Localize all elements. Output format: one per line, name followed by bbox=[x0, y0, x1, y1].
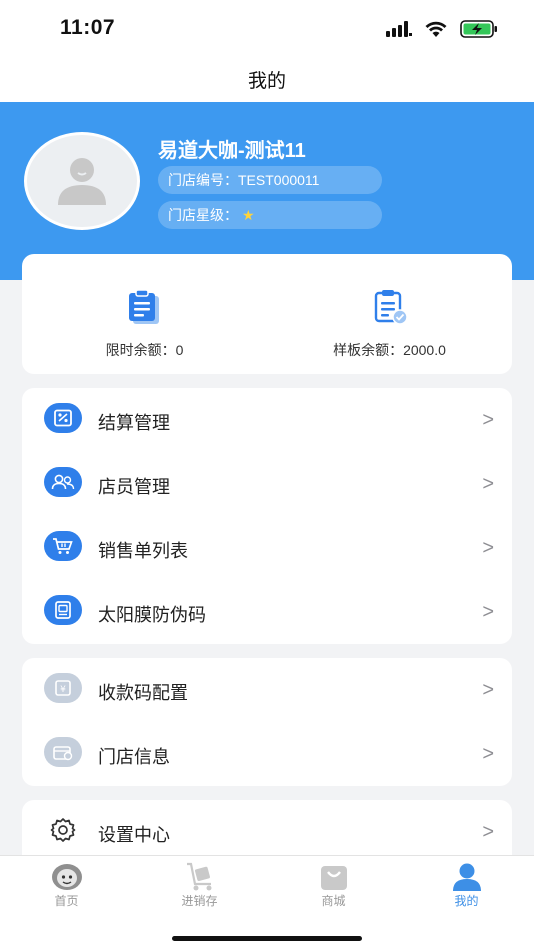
menu-card-primary: 结算管理 > 店员管理 > 销售单列表 > 太阳膜防伪码 > bbox=[22, 388, 512, 644]
staff-icon bbox=[44, 467, 82, 497]
shopping-bag-icon bbox=[320, 866, 347, 890]
page-title: 我的 bbox=[247, 71, 286, 92]
chevron-right-icon: > bbox=[482, 473, 494, 495]
status-icons bbox=[386, 20, 498, 38]
menu-item-payment-code[interactable]: ¥ 收款码配置 > bbox=[22, 660, 512, 724]
home-indicator bbox=[172, 936, 362, 941]
store-number-value: TEST000011 bbox=[238, 172, 320, 188]
menu-label-store-info: 门店信息 bbox=[98, 747, 170, 767]
chevron-right-icon: > bbox=[482, 537, 494, 559]
menu-item-staff[interactable]: 店员管理 > bbox=[22, 454, 512, 518]
chevron-right-icon: > bbox=[482, 601, 494, 623]
template-balance[interactable]: 样板余额：2000.0 bbox=[267, 254, 512, 374]
limited-balance-text: 限时余额：0 bbox=[105, 342, 184, 358]
menu-item-settlement[interactable]: 结算管理 > bbox=[22, 390, 512, 454]
menu-label-anti-counterfeit: 太阳膜防伪码 bbox=[98, 605, 206, 625]
chevron-right-icon: > bbox=[482, 743, 494, 765]
avatar[interactable] bbox=[24, 132, 140, 230]
store-level-pill: 门店星级： ★ bbox=[158, 201, 382, 229]
home-avatar-icon bbox=[51, 864, 82, 890]
tab-label-inventory: 进销存 bbox=[181, 894, 218, 908]
cart-icon bbox=[44, 531, 82, 561]
limited-balance[interactable]: 限时余额：0 bbox=[22, 254, 267, 374]
battery-charging-icon bbox=[460, 20, 497, 38]
store-level-label: 门店星级： bbox=[168, 207, 238, 223]
balance-card: 限时余额：0 样板余额：2000.0 bbox=[22, 254, 512, 374]
payment-code-icon: ¥ bbox=[44, 673, 82, 703]
menu-label-payment-code: 收款码配置 bbox=[98, 683, 188, 703]
menu-card-secondary: ¥ 收款码配置 > 门店信息 > bbox=[22, 658, 512, 786]
chevron-right-icon: > bbox=[482, 679, 494, 701]
tab-mine[interactable]: 我的 bbox=[400, 862, 533, 909]
menu-label-sales-orders: 销售单列表 bbox=[98, 541, 188, 561]
clipboard-check-icon bbox=[374, 290, 408, 325]
gear-icon bbox=[44, 815, 82, 845]
template-balance-text: 样板余额：2000.0 bbox=[333, 342, 446, 358]
settlement-icon bbox=[44, 403, 82, 433]
store-info-icon bbox=[44, 737, 82, 767]
menu-label-settings: 设置中心 bbox=[98, 825, 170, 845]
tab-home[interactable]: 首页 bbox=[0, 862, 133, 909]
status-time: 11:07 bbox=[60, 16, 116, 39]
status-bar: 11:07 bbox=[0, 0, 534, 56]
user-icon bbox=[452, 863, 481, 891]
wifi-icon bbox=[425, 21, 447, 37]
tab-label-home: 首页 bbox=[54, 894, 79, 908]
menu-label-staff: 店员管理 bbox=[98, 477, 170, 497]
tab-label-mall: 商城 bbox=[321, 894, 346, 908]
store-name: 易道大咖-测试11 bbox=[158, 140, 306, 162]
default-avatar-icon bbox=[58, 158, 106, 205]
inventory-cart-icon bbox=[186, 862, 211, 891]
menu-label-settlement: 结算管理 bbox=[98, 413, 170, 433]
star-icon: ★ bbox=[242, 207, 255, 223]
tab-mall[interactable]: 商城 bbox=[267, 862, 400, 909]
anti-counterfeit-icon bbox=[44, 595, 82, 625]
store-number-pill: 门店编号：TEST000011 bbox=[158, 166, 382, 194]
store-number-label: 门店编号： bbox=[168, 172, 238, 188]
menu-item-store-info[interactable]: 门店信息 > bbox=[22, 724, 512, 788]
menu-item-sales-orders[interactable]: 销售单列表 > bbox=[22, 518, 512, 582]
chevron-right-icon: > bbox=[482, 821, 494, 843]
clipboard-stack-icon bbox=[128, 289, 159, 324]
nav-bar: 我的 bbox=[0, 56, 534, 102]
svg-text:¥: ¥ bbox=[60, 685, 66, 695]
menu-item-anti-counterfeit[interactable]: 太阳膜防伪码 > bbox=[22, 582, 512, 646]
cellular-signal-icon bbox=[386, 21, 412, 37]
tab-inventory[interactable]: 进销存 bbox=[133, 862, 266, 909]
tab-label-mine: 我的 bbox=[454, 894, 479, 908]
chevron-right-icon: > bbox=[482, 409, 494, 431]
